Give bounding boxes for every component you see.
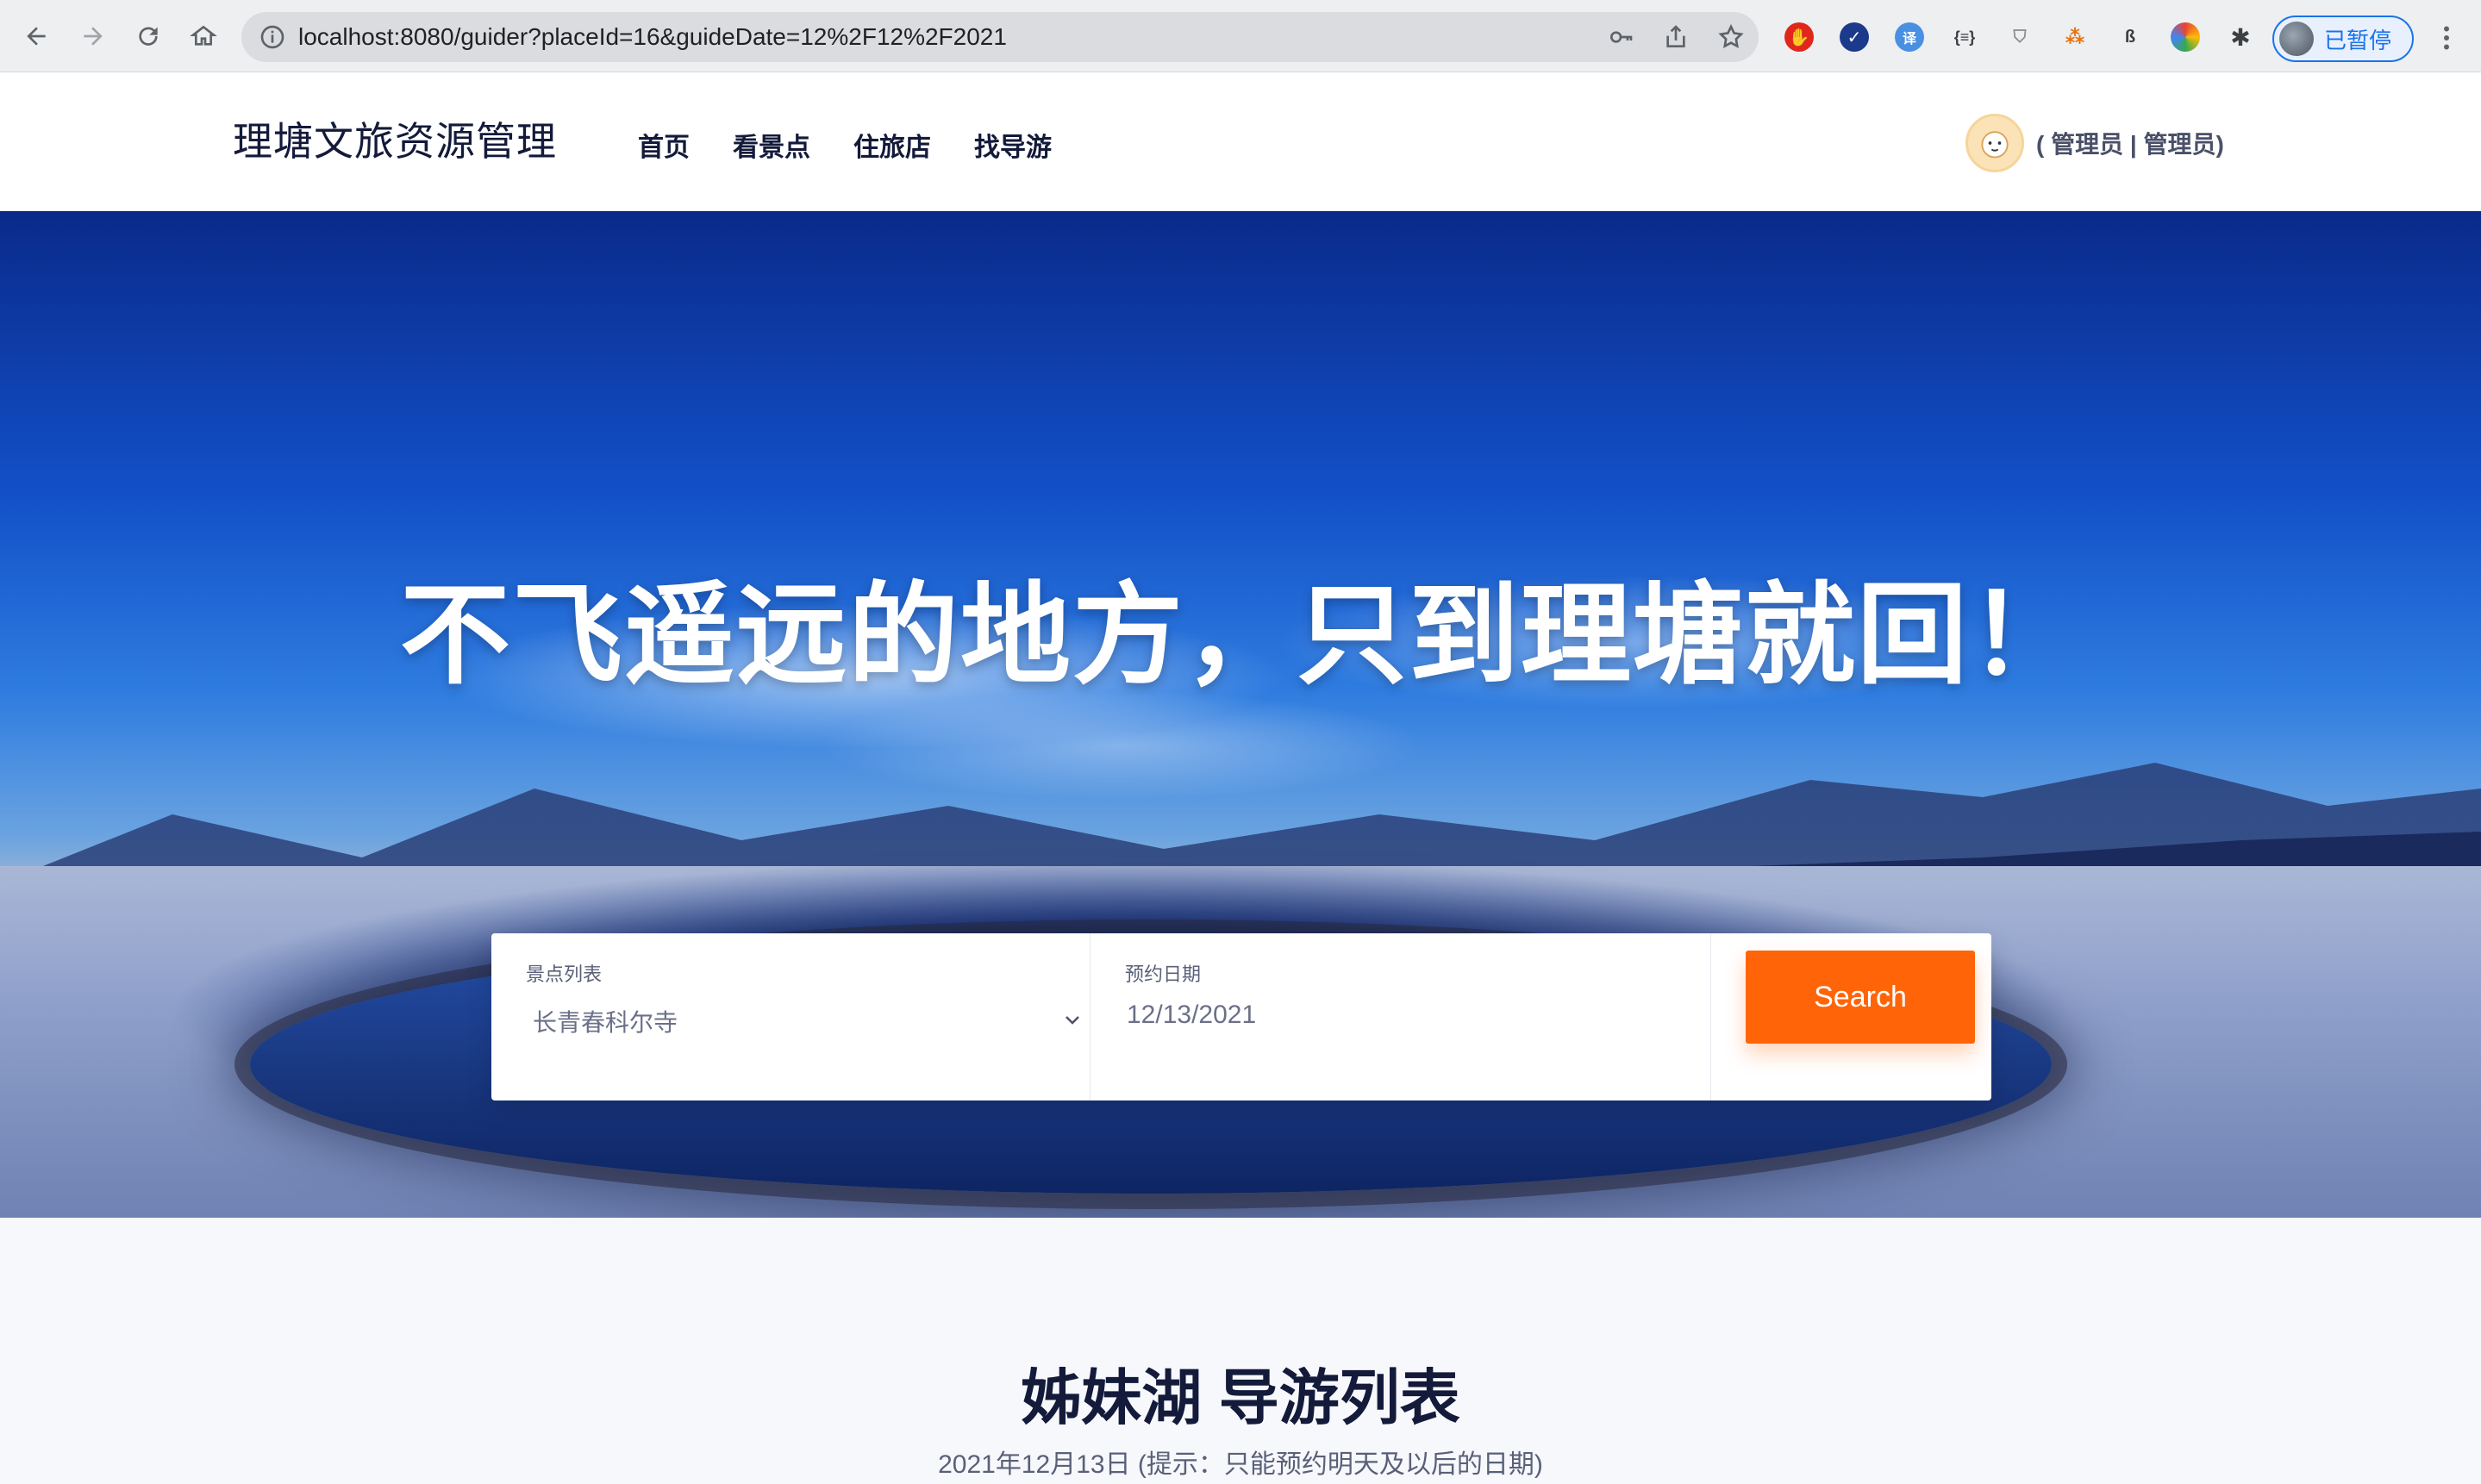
ring-extension-icon[interactable] xyxy=(2171,22,2200,52)
user-name[interactable]: ( 管理员 | 管理员) xyxy=(2036,126,2224,160)
profile-status: 已暂停 xyxy=(2324,27,2392,53)
check-extension-icon[interactable]: ✓ xyxy=(1840,22,1869,52)
forward-button[interactable] xyxy=(74,17,112,55)
json-extension-icon[interactable]: {≡} xyxy=(1950,22,1979,52)
date-input[interactable]: 预约日期 12/13/2021 xyxy=(1091,933,1711,1101)
arrow-right-icon xyxy=(84,27,103,46)
nav-scenic-spots[interactable]: 看景点 xyxy=(733,126,810,164)
user-menu[interactable]: ( 管理员 | 管理员) xyxy=(1965,114,2224,172)
search-panel: 景点列表 长青春科尔寺 预约日期 12/13/2021 Search xyxy=(491,933,1991,1101)
address-bar[interactable]: localhost:8080/guider?placeId=16&guideDa… xyxy=(241,12,1759,62)
character-avatar-icon xyxy=(1981,131,2009,159)
back-button[interactable] xyxy=(17,17,55,55)
site-brand[interactable]: 理塘文旅资源管理 xyxy=(233,110,557,167)
place-value[interactable]: 长青春科尔寺 xyxy=(533,1004,678,1038)
url-text[interactable]: localhost:8080/guider?placeId=16&guideDa… xyxy=(298,12,1007,62)
chevron-down-icon[interactable] xyxy=(1062,1009,1083,1030)
menu-kebab-icon[interactable] xyxy=(2431,21,2462,55)
search-button[interactable]: Search xyxy=(1746,951,1975,1044)
share-icon[interactable] xyxy=(1662,23,1690,51)
hero-banner: 不飞遥远的地方，只到理塘就回！ 景点列表 长青春科尔寺 预约日期 12/13/2… xyxy=(0,211,2481,1218)
site-header: 理塘文旅资源管理 首页 看景点 住旅店 找导游 ( 管理员 | 管理员) xyxy=(0,72,2481,211)
script-extension-icon[interactable]: ß xyxy=(2115,22,2145,52)
shield-extension-icon[interactable]: ⛉ xyxy=(2005,22,2034,52)
nav-home[interactable]: 首页 xyxy=(638,126,690,164)
nav-guides[interactable]: 找导游 xyxy=(974,126,1052,164)
puzzle-extensions-icon[interactable]: ✱ xyxy=(2226,22,2255,52)
date-value[interactable]: 12/13/2021 xyxy=(1127,1001,1256,1030)
hero-title: 不飞遥远的地方，只到理塘就回！ xyxy=(399,574,2081,697)
profile-paused-button[interactable]: 已暂停 xyxy=(2272,16,2414,62)
guide-list-title: 姊妹湖 导游列表 xyxy=(1021,1364,1460,1431)
nav-hotels[interactable]: 住旅店 xyxy=(853,126,931,164)
browser-toolbar: localhost:8080/guider?placeId=16&guideDa… xyxy=(0,0,2481,72)
arrow-left-icon xyxy=(27,27,46,46)
profile-avatar xyxy=(2279,22,2314,56)
info-icon[interactable] xyxy=(259,23,286,51)
place-select[interactable]: 景点列表 长青春科尔寺 xyxy=(491,933,1091,1101)
date-label: 预约日期 xyxy=(1125,963,1202,985)
main-nav: 首页 看景点 住旅店 找导游 xyxy=(638,126,1052,164)
home-icon xyxy=(190,25,217,46)
place-label: 景点列表 xyxy=(526,963,603,985)
adblock-extension-icon[interactable]: ✋ xyxy=(1784,22,1814,52)
org-chart-extension-icon[interactable]: ⁂ xyxy=(2060,22,2090,52)
user-avatar[interactable] xyxy=(1965,114,2024,172)
star-icon[interactable] xyxy=(1717,23,1745,51)
home-button[interactable] xyxy=(184,17,222,55)
reload-icon xyxy=(139,27,158,46)
translate-extension-icon[interactable]: 译 xyxy=(1895,22,1924,52)
reload-button[interactable] xyxy=(129,17,167,55)
guide-list-subtitle: 2021年12月13日 (提示：只能预约明天及以后的日期) xyxy=(938,1450,1543,1479)
key-icon[interactable] xyxy=(1607,23,1634,51)
